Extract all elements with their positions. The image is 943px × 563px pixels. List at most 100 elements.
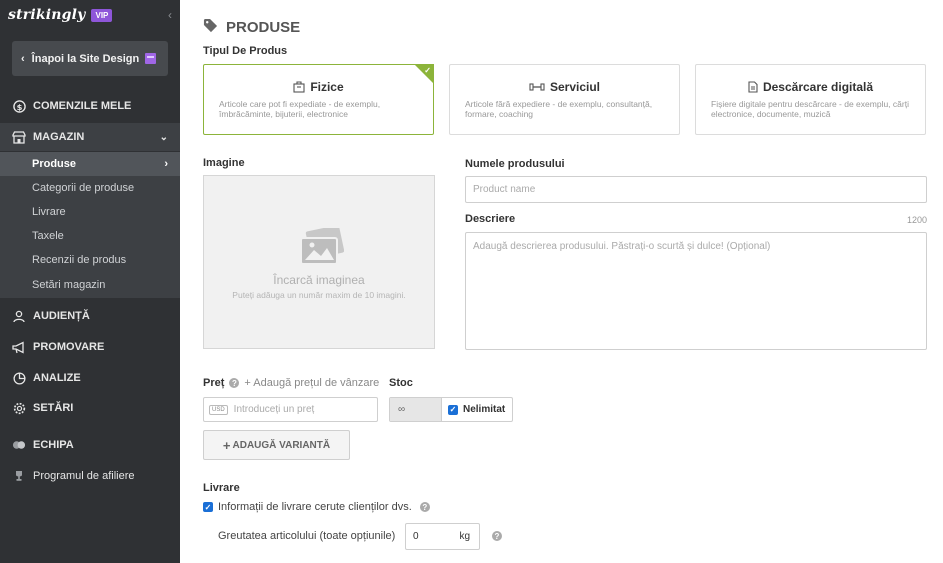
store-item-label: Livrare [32, 206, 66, 218]
upload-subtitle: Puteți adăuga un număr maxim de 10 imagi… [232, 290, 406, 300]
store-item-categories[interactable]: Categorii de produse [0, 176, 180, 200]
image-icon [300, 225, 345, 271]
plus-icon: + [222, 437, 231, 453]
checkbox-checked-icon: ✓ [203, 502, 213, 512]
nav-team-label: ECHIPA [33, 439, 74, 451]
product-type-label: Tipul De Produs [203, 45, 288, 57]
nav-team[interactable]: ECHIPA [0, 431, 180, 459]
nav-settings-label: SETĂRI [33, 402, 74, 414]
nav-analytics-label: ANALIZE [33, 372, 81, 384]
shipping-label: Livrare [203, 482, 240, 494]
checkbox-checked-icon: ✓ [448, 404, 458, 415]
dumbbell-icon [529, 82, 545, 92]
site-design-icon [145, 53, 156, 64]
weight-label: Greutatea articolului (toate opțiunile) [218, 530, 396, 542]
description-label: Descriere [465, 213, 516, 225]
type-card-title-text: Serviciul [549, 80, 601, 94]
page-title: PRODUSE [203, 18, 300, 37]
nav-store[interactable]: MAGAZIN ⌄ [0, 123, 180, 151]
store-item-label: Categorii de produse [32, 182, 135, 194]
back-button-label: Înapoi la Site Design [31, 52, 140, 65]
description-counter: 1200 [906, 215, 927, 225]
box-icon [293, 81, 305, 93]
store-item-taxes[interactable]: Taxele [0, 224, 180, 248]
price-row: Preț ? + Adaugă prețul de vânzare [203, 377, 379, 389]
nav-affiliate[interactable]: Programul de afiliere [0, 462, 180, 490]
store-item-label: Setări magazin [32, 279, 106, 291]
weight-unit: kg [459, 531, 470, 542]
type-card-desc: Articole fără expediere - de exemplu, co… [465, 99, 653, 119]
image-label: Imagine [203, 157, 245, 169]
help-icon[interactable]: ? [229, 378, 240, 388]
nav-affiliate-label: Programul de afiliere [33, 470, 135, 482]
sidebar: strikingly VIP ‹ ‹ Înapoi la Site Design… [0, 0, 180, 563]
add-sale-price-link[interactable]: + Adaugă prețul de vânzare [244, 377, 379, 389]
type-card-title: Serviciul [450, 80, 679, 94]
weight-value: 0 [413, 531, 419, 542]
price-input[interactable]: USD Introduceți un preț [203, 397, 378, 422]
price-placeholder: Introduceți un preț [233, 404, 315, 415]
type-card-service[interactable]: Serviciul Articole fără expediere - de e… [449, 64, 680, 135]
brand-logo: strikingly [8, 7, 86, 23]
back-to-site-design-button[interactable]: ‹ Înapoi la Site Design [12, 41, 168, 76]
pie-chart-icon [12, 371, 26, 385]
description-textarea[interactable]: Adaugă descrierea produsului. Păstrați-o… [465, 232, 927, 350]
stock-field: ∞ ✓ Nelimitat [389, 397, 513, 422]
people-icon [12, 309, 26, 323]
document-icon [748, 81, 758, 93]
price-label: Preț [203, 377, 225, 389]
product-name-label: Numele produsului [465, 158, 565, 170]
type-card-desc: Articole care pot fi expediate - de exem… [219, 99, 381, 119]
type-card-digital[interactable]: Descărcare digitală Fișiere digitale pen… [695, 64, 926, 135]
chevron-left-icon: ‹ [21, 52, 25, 65]
store-item-label: Produse [32, 158, 77, 170]
nav-analytics[interactable]: ANALIZE [0, 364, 180, 392]
help-icon[interactable]: ? [419, 502, 430, 512]
type-card-title: Descărcare digitală [696, 80, 925, 94]
unlimited-checkbox[interactable]: ✓ Nelimitat [442, 398, 505, 421]
store-item-shipping[interactable]: Livrare [0, 200, 180, 224]
shipping-info-label: Informații de livrare cerute clienților … [218, 501, 412, 513]
nav-audience-label: AUDIENȚĂ [33, 310, 90, 322]
currency-badge: USD [209, 404, 228, 415]
add-variant-button[interactable]: + ADAUGĂ VARIANTĂ [203, 430, 350, 460]
nav-settings[interactable]: SETĂRI [0, 394, 180, 422]
gear-icon [12, 401, 26, 415]
team-icon [12, 438, 26, 452]
image-upload-area[interactable]: Încarcă imaginea Puteți adăuga un număr … [203, 175, 435, 349]
nav-orders[interactable]: $ COMENZILE MELE [0, 92, 180, 120]
stock-label: Stoc [389, 377, 413, 389]
store-icon [12, 130, 26, 144]
type-card-desc: Fișiere digitale pentru descărcare - de … [711, 99, 909, 119]
unlimited-label: Nelimitat [463, 404, 506, 415]
nav-promotion-label: PROMOVARE [33, 341, 105, 353]
upload-title: Încarcă imaginea [273, 273, 365, 287]
shipping-info-checkbox[interactable]: ✓ Informații de livrare cerute cliențilo… [203, 501, 435, 513]
tag-icon [203, 18, 218, 37]
nav-audience[interactable]: AUDIENȚĂ [0, 302, 180, 330]
stock-input[interactable]: ∞ [390, 398, 442, 421]
check-icon: ✓ [424, 66, 431, 75]
nav-orders-label: COMENZILE MELE [33, 100, 132, 112]
megaphone-icon [12, 340, 26, 354]
description-placeholder: Adaugă descrierea produsului. Păstrați-o… [473, 241, 771, 252]
svg-text:$: $ [16, 101, 22, 111]
weight-input[interactable]: 0 kg [405, 523, 480, 550]
product-name-input[interactable]: Product name [465, 176, 927, 203]
help-icon[interactable]: ? [492, 531, 502, 541]
type-card-physical[interactable]: Fizice Articole care pot fi expediate - … [203, 64, 434, 135]
type-card-title-text: Fizice [310, 80, 344, 94]
nav-promotion[interactable]: PROMOVARE [0, 333, 180, 361]
page-title-text: PRODUSE [226, 19, 301, 36]
trophy-icon [12, 469, 26, 483]
store-item-reviews[interactable]: Recenzii de produs [0, 248, 180, 272]
add-variant-label: ADAUGĂ VARIANTĂ [232, 439, 331, 451]
type-card-title: Fizice [204, 80, 433, 94]
chevron-right-icon: › [164, 158, 168, 170]
brand[interactable]: strikingly VIP [8, 6, 113, 24]
store-item-products[interactable]: Produse › [0, 152, 180, 176]
store-item-label: Taxele [32, 230, 64, 242]
chevron-down-icon: ⌄ [159, 131, 168, 143]
store-item-settings[interactable]: Setări magazin [0, 272, 180, 298]
collapse-sidebar-icon[interactable]: ‹ [168, 8, 172, 22]
